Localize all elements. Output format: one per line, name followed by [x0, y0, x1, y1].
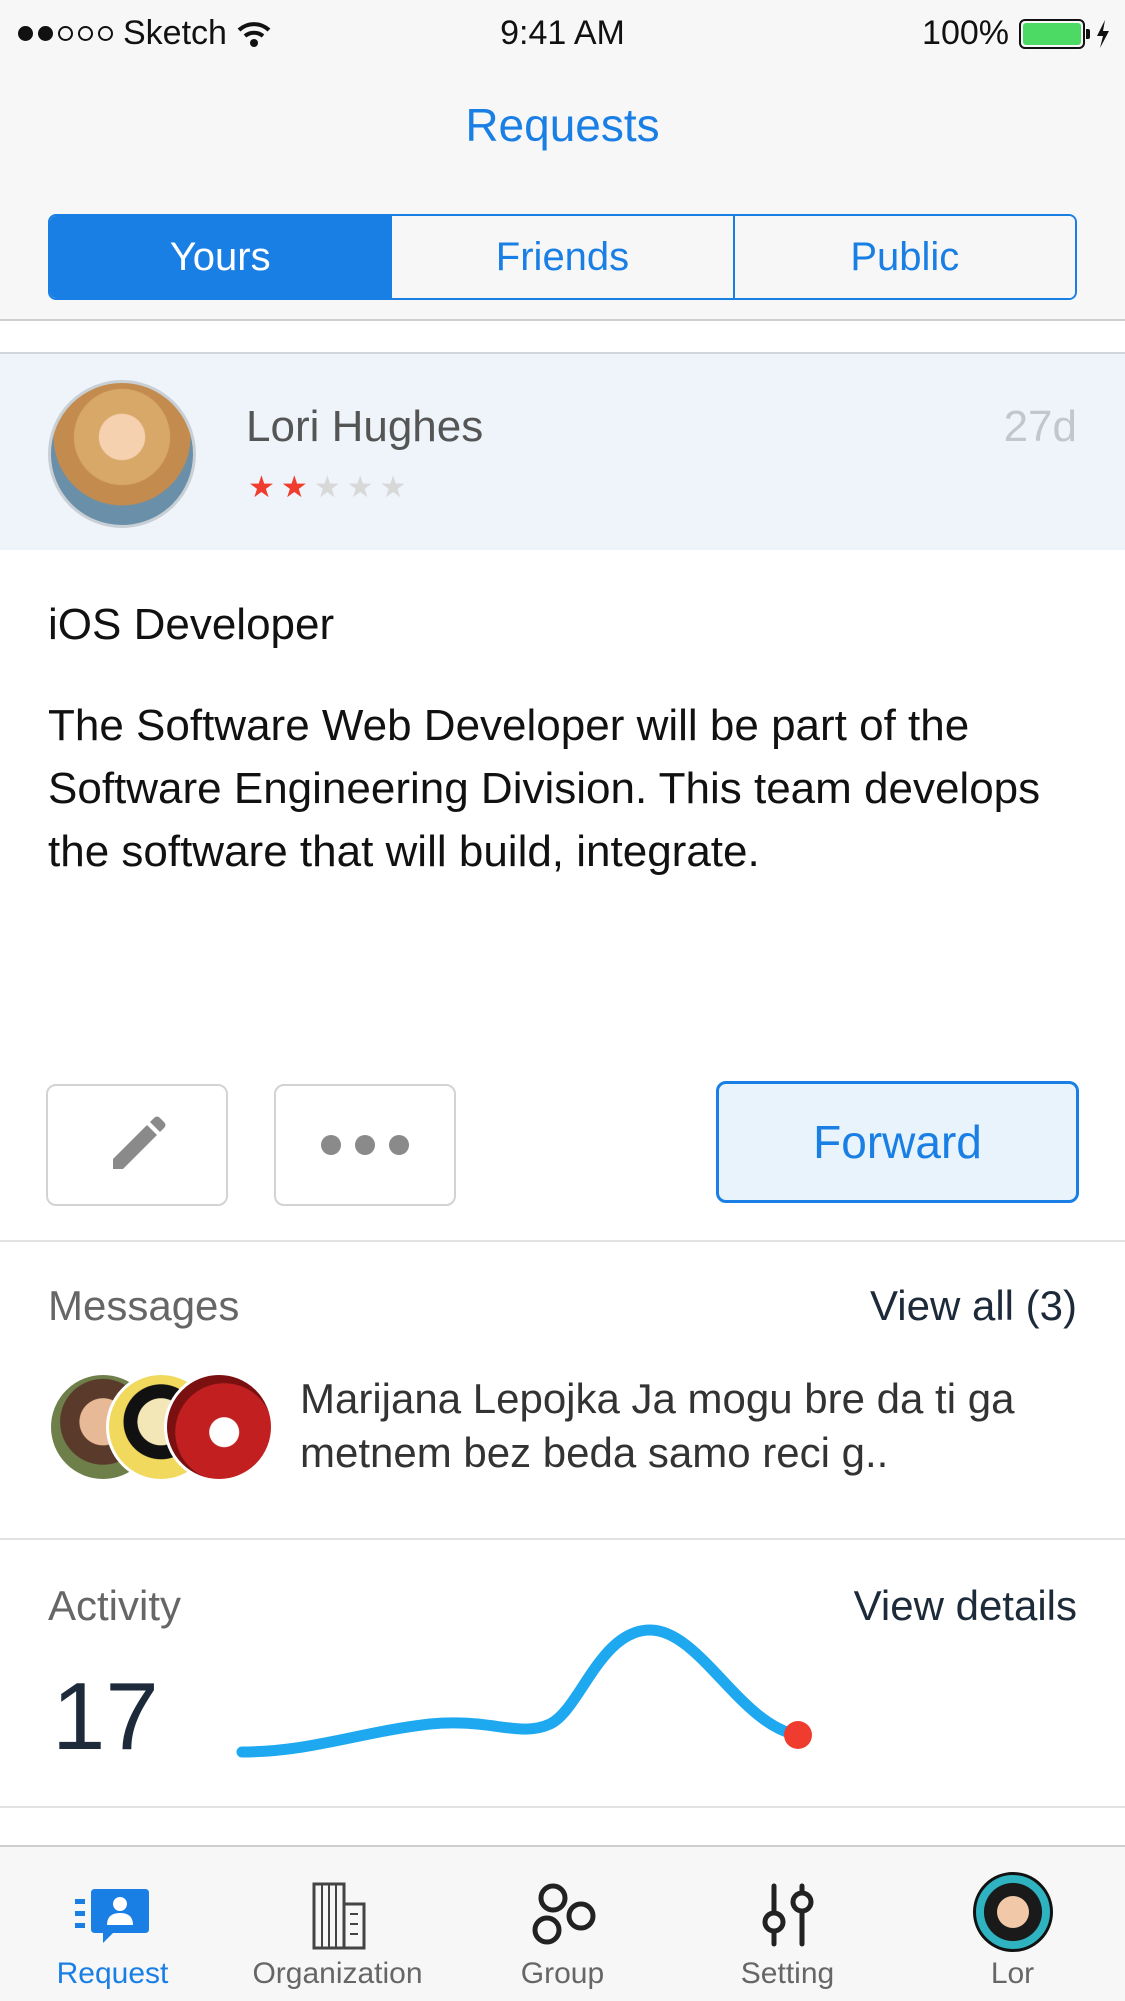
star-filled-icon: ★: [280, 471, 308, 504]
sparkline-endpoint: [784, 1721, 812, 1749]
charging-bolt-icon: [1097, 19, 1109, 48]
message-preview[interactable]: Marijana Lepojka Ja mogu bre da ti ga me…: [300, 1372, 1090, 1480]
more-button[interactable]: [274, 1084, 456, 1206]
battery-group: 100%: [922, 14, 1111, 53]
forward-button[interactable]: Forward: [716, 1081, 1079, 1203]
pencil-icon: [113, 1116, 166, 1169]
tab-label: Group: [520, 1957, 605, 1990]
avatar: [164, 1372, 274, 1482]
tab-label: Request: [56, 1957, 169, 1990]
star-empty-icon: ★: [313, 471, 341, 504]
tab-group[interactable]: Group: [450, 1847, 675, 2001]
tab-request[interactable]: Request: [0, 1847, 225, 2001]
edit-button[interactable]: [46, 1084, 228, 1206]
battery-icon: [1019, 18, 1090, 49]
navigation-bar: Requests Yours Friends Public: [0, 64, 1125, 321]
requester-card[interactable]: Lori Hughes ★ ★ ★ ★ ★ 27d: [0, 352, 1125, 550]
activity-sparkline: [236, 1624, 812, 1758]
tab-profile[interactable]: Lor: [900, 1847, 1125, 2001]
view-all-messages-link[interactable]: View all (3): [870, 1282, 1077, 1330]
avatar[interactable]: [48, 380, 196, 528]
tab-label: Lor: [990, 1957, 1035, 1990]
star-filled-icon: ★: [248, 471, 275, 504]
activity-count: 17: [52, 1663, 159, 1770]
segment-public[interactable]: Public: [734, 216, 1075, 298]
divider: [0, 1240, 1125, 1242]
battery-percent: 100%: [922, 14, 1009, 52]
tab-setting[interactable]: Setting: [675, 1847, 900, 2001]
group-icon: [523, 1875, 603, 1955]
request-icon: [73, 1875, 153, 1955]
sparkline-path: [236, 1624, 804, 1758]
requester-name: Lori Hughes: [246, 402, 484, 451]
rating-stars: ★ ★ ★ ★ ★: [248, 470, 407, 505]
messages-label: Messages: [48, 1282, 240, 1329]
profile-avatar: [972, 1872, 1053, 1952]
view-details-link[interactable]: View details: [854, 1582, 1077, 1630]
status-bar: Sketch 9:41 AM 100%: [0, 0, 1125, 64]
segmented-control: Yours Friends Public: [48, 214, 1077, 300]
building-icon: [298, 1875, 378, 1955]
segment-yours[interactable]: Yours: [50, 216, 393, 298]
tab-bar: Request Organization Group Setting Lor: [0, 1845, 1125, 2001]
tab-label: Setting: [740, 1957, 835, 1990]
page-title: Requests: [465, 99, 660, 151]
divider: [0, 1538, 1125, 1540]
request-age: 27d: [1003, 402, 1077, 451]
star-empty-icon: ★: [379, 471, 407, 504]
tab-organization[interactable]: Organization: [225, 1847, 450, 2001]
request-description: The Software Web Developer will be part …: [48, 701, 1041, 876]
activity-label: Activity: [48, 1582, 182, 1629]
tab-label: Organization: [252, 1957, 423, 1990]
segment-friends[interactable]: Friends: [392, 216, 735, 298]
star-empty-icon: ★: [346, 471, 374, 504]
divider: [0, 1806, 1125, 1808]
more-dots-icon: [321, 1135, 409, 1155]
message-participants-avatars: [48, 1372, 274, 1482]
request-title: iOS Developer: [48, 600, 335, 649]
sliders-icon: [748, 1875, 828, 1955]
